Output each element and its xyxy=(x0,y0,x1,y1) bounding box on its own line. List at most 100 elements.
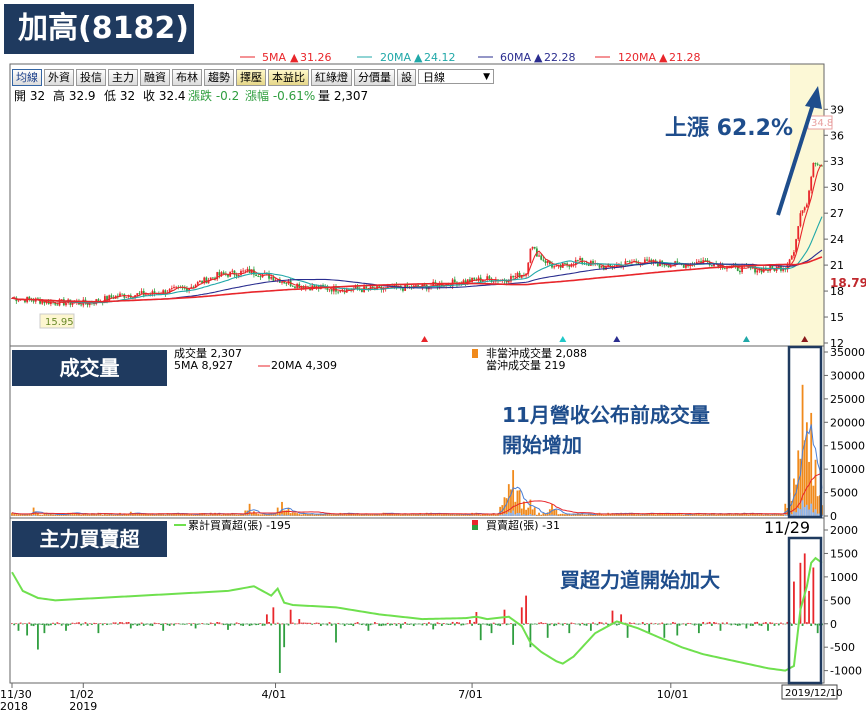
net-buy-bar xyxy=(382,623,385,626)
net-buy-bar xyxy=(423,623,426,624)
candle-body xyxy=(257,275,260,277)
net-buy-bar xyxy=(88,623,91,625)
main-force-pane-label: 主力買賣超 xyxy=(12,521,167,557)
net-buy-bar xyxy=(101,623,104,626)
main-tick-label: 1000 xyxy=(830,571,858,584)
net-buy-bar xyxy=(86,623,89,626)
volume-bar xyxy=(533,507,536,516)
volume-bar xyxy=(259,514,262,516)
net-buy-bar xyxy=(250,623,253,626)
net-buy-bar xyxy=(488,623,491,626)
net-buy-bar xyxy=(129,623,132,629)
daytrade-bar xyxy=(514,514,517,516)
daytrade-bar xyxy=(799,509,802,516)
net-buy-bar xyxy=(157,623,160,624)
volume-bar xyxy=(291,512,294,516)
net-buy-bar xyxy=(691,623,694,625)
net-buy-bar xyxy=(501,623,504,625)
price-tick-label: 30 xyxy=(830,181,844,194)
net-buy-bar xyxy=(283,623,286,648)
net-buy-bar xyxy=(326,623,329,626)
volume-bar xyxy=(393,514,396,516)
tab-traffic-light[interactable]: 紅綠燈 xyxy=(311,69,352,86)
candle-body xyxy=(145,294,147,296)
volume-bar xyxy=(265,514,268,516)
candle-body xyxy=(741,266,743,273)
daytrade-bar xyxy=(283,515,286,516)
net-buy-bar xyxy=(646,623,648,625)
tab-bollinger[interactable]: 布林 xyxy=(172,69,202,86)
svg-text:▲: ▲ xyxy=(290,51,299,64)
net-buy-bar xyxy=(95,623,98,624)
ma60-value: 22.28 xyxy=(544,51,576,64)
volume-ma-20 xyxy=(11,473,823,515)
daytrade-bar xyxy=(518,512,521,516)
volume-pane-label: 成交量 xyxy=(12,350,167,386)
net-buy-bar xyxy=(589,623,592,631)
candle-body xyxy=(540,255,543,260)
net-buy-bar xyxy=(492,622,495,624)
tab-main-force[interactable]: 主力 xyxy=(108,69,138,86)
net-buy-bar xyxy=(769,622,772,624)
net-buy-bar xyxy=(749,623,752,626)
tab-trust[interactable]: 投信 xyxy=(76,69,106,86)
daytrade-bar xyxy=(548,515,551,516)
net-buy-bar xyxy=(179,623,182,625)
net-buy-bar xyxy=(780,622,782,624)
net-buy-bar xyxy=(186,623,188,625)
candle-body xyxy=(697,261,700,262)
net-buy-bar xyxy=(110,623,113,625)
net-buy-bar xyxy=(395,623,398,626)
net-buy-bar xyxy=(138,623,141,626)
net-buy-bar xyxy=(682,623,685,625)
tab-foreign[interactable]: 外資 xyxy=(44,69,74,86)
tab-trend[interactable]: 趨勢 xyxy=(204,69,234,86)
candle-body xyxy=(339,291,342,292)
net-buy-bar xyxy=(13,623,16,626)
net-buy-bar xyxy=(447,623,450,625)
price-pane xyxy=(9,63,825,347)
volume-bar xyxy=(106,514,108,516)
tab-price-volume[interactable]: 分價量 xyxy=(354,69,395,86)
volume-bar xyxy=(330,514,333,516)
net-buy-bar xyxy=(298,619,301,624)
net-buy-bar xyxy=(220,623,223,625)
daytrade-bar xyxy=(501,514,504,516)
net-buy-bar xyxy=(125,622,128,624)
net-buy-bar xyxy=(456,622,458,624)
net-buy-bar xyxy=(315,622,318,624)
net-buy-bar xyxy=(192,623,195,624)
net-buy-bar xyxy=(103,623,106,624)
svg-text:▲: ▲ xyxy=(659,51,668,64)
candle-body xyxy=(56,304,59,306)
tab-settings[interactable]: 設 xyxy=(397,69,416,86)
net-buy-bar xyxy=(618,623,620,625)
candle-body xyxy=(648,259,651,261)
daytrade-bar xyxy=(531,515,534,516)
tab-ma[interactable]: 均線 xyxy=(12,69,42,86)
net-buy-bar xyxy=(209,622,212,624)
net-buy-bar xyxy=(741,623,743,625)
low-label: 15.95 xyxy=(45,317,74,328)
tab-pe[interactable]: 本益比 xyxy=(268,69,309,86)
tab-pressure[interactable]: 擇壓 xyxy=(236,69,266,86)
net-buy-bar xyxy=(194,623,197,629)
volume-bar xyxy=(780,514,782,516)
net-buy-bar xyxy=(481,623,484,625)
candle-body xyxy=(60,299,63,301)
net-buy-bar xyxy=(564,623,566,624)
tab-margin[interactable]: 融資 xyxy=(140,69,170,86)
period-value: 日線 xyxy=(423,71,445,84)
volume-bar xyxy=(358,514,361,516)
volume-bar xyxy=(700,514,702,516)
net-buy-bar xyxy=(538,622,540,624)
net-buy-bar xyxy=(170,623,173,625)
net-buy-bar xyxy=(587,623,590,625)
net-buy-bar xyxy=(427,622,430,624)
period-select[interactable]: 日線 ▼ xyxy=(418,69,494,84)
volume-bar xyxy=(175,514,178,516)
volume-bar xyxy=(255,513,257,516)
net-buy-bar xyxy=(319,623,322,626)
net-buy-bar xyxy=(54,623,57,626)
net-buy-bar xyxy=(639,623,642,625)
